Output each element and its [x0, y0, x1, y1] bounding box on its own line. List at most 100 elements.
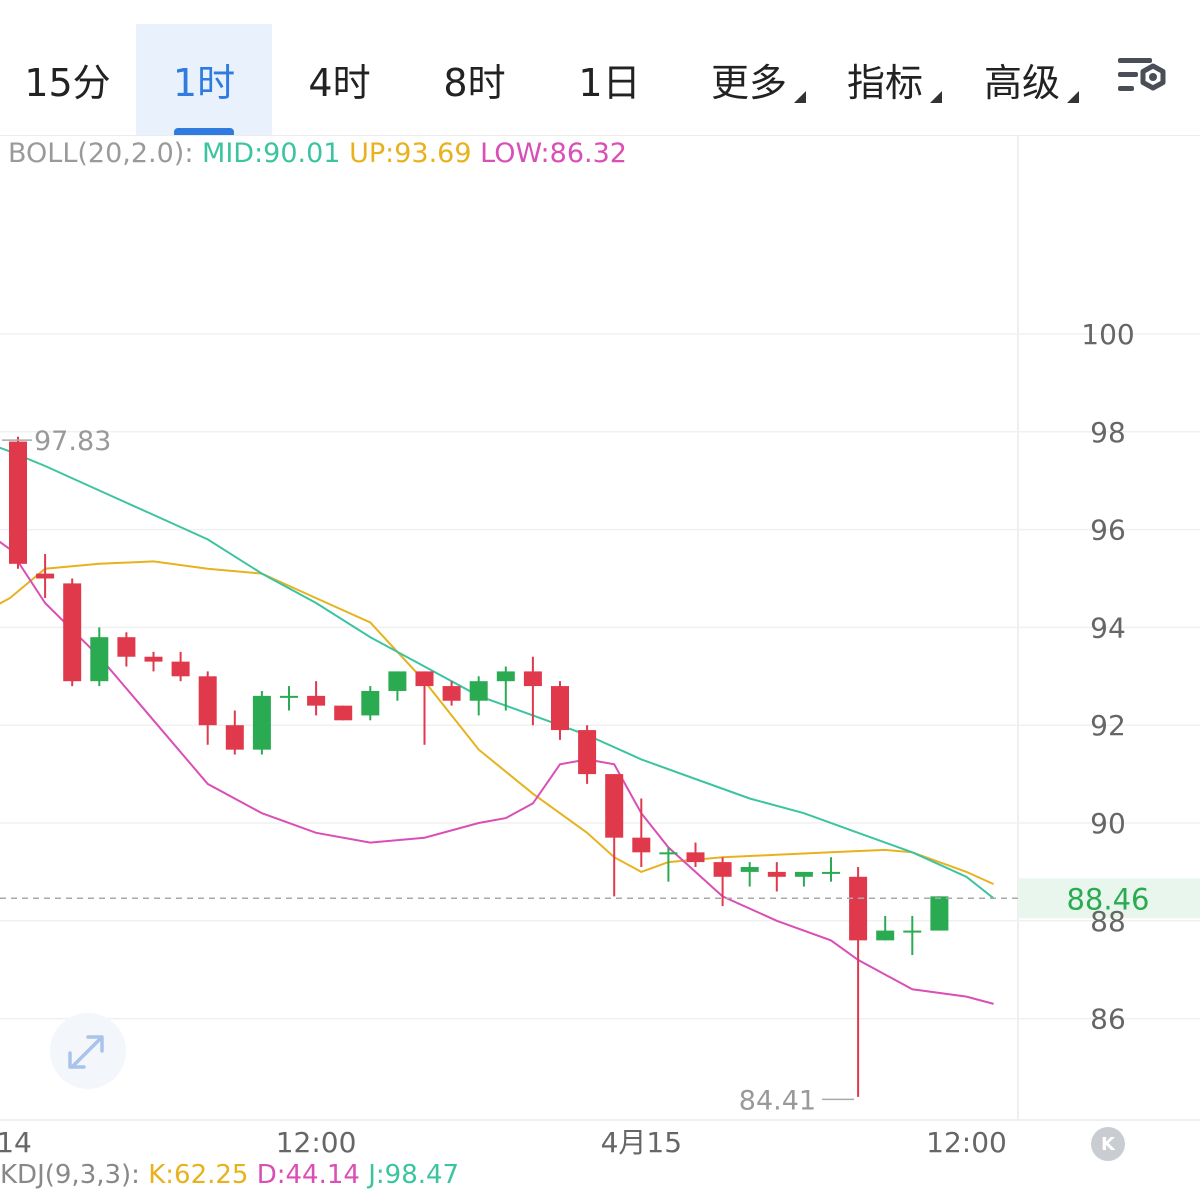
- candle: [659, 847, 678, 882]
- candle-body: [252, 695, 271, 750]
- candle-body: [225, 725, 244, 750]
- tab-8h[interactable]: 8时: [407, 24, 542, 135]
- candle-body: [334, 705, 353, 721]
- kdj-k-value: K:62.25: [148, 1160, 249, 1190]
- candle-body: [686, 852, 705, 863]
- candle-body: [578, 730, 597, 775]
- candle: [903, 915, 922, 956]
- tab-1h[interactable]: 1时: [136, 24, 272, 135]
- candlestick-chart[interactable]: 88.46 97.83 84.41 100 98 96 94 92 90 88 86 14 12:00…: [0, 0, 1200, 1175]
- candle-body: [307, 695, 326, 706]
- tab-label: 15分: [24, 61, 111, 105]
- x-tick-label: 14: [0, 1126, 32, 1159]
- dropdown-triangle-icon: [930, 91, 942, 103]
- tab-label: 1日: [578, 61, 641, 105]
- tab-label: 1时: [172, 61, 236, 105]
- timeframe-tab-bar: 15分 1时 4时 8时 1日 更多 指标 高级: [0, 0, 1200, 136]
- candle-body: [63, 583, 82, 682]
- y-tick-label: 88: [1090, 905, 1126, 938]
- candle-body: [361, 690, 380, 716]
- candle-body: [794, 871, 813, 877]
- candle-body: [442, 686, 461, 701]
- candle-body: [496, 671, 515, 682]
- tab-label: 更多: [710, 61, 787, 105]
- x-tick-label: 12:00: [926, 1126, 1007, 1159]
- candle: [469, 676, 488, 716]
- x-tick-label: 12:00: [276, 1126, 357, 1159]
- candle-body: [198, 676, 217, 726]
- candle-body: [90, 637, 109, 682]
- candle: [171, 651, 190, 682]
- candle-body: [415, 671, 434, 687]
- candle: [36, 554, 55, 599]
- candle-body: [144, 656, 163, 662]
- candle-body: [740, 867, 759, 872]
- candle-body: [903, 930, 922, 933]
- candle-body: [632, 837, 651, 853]
- y-tick-label: 98: [1090, 416, 1126, 449]
- candle: [9, 436, 27, 569]
- candle-body: [9, 441, 27, 564]
- candle: [225, 710, 244, 755]
- tab-label: 8时: [443, 61, 506, 105]
- y-tick-label: 86: [1090, 1003, 1126, 1036]
- candle-body: [605, 774, 624, 838]
- candle-body: [849, 876, 868, 941]
- candle-body: [280, 695, 298, 698]
- candle: [496, 666, 515, 711]
- chart-settings-icon[interactable]: [1112, 54, 1172, 104]
- tab-15min[interactable]: 15分: [0, 24, 135, 135]
- boll-lower-line: [0, 540, 994, 1005]
- candle: [578, 725, 597, 784]
- candle: [90, 627, 109, 687]
- dropdown-triangle-icon: [1067, 91, 1079, 103]
- current-price-badge-bg: [1018, 878, 1200, 919]
- boll-legend: BOLL(20,2.0): MID:90.01 UP:93.69 LOW:86.…: [8, 138, 627, 169]
- boll-up-value: UP:93.69: [349, 138, 472, 169]
- kdj-label: KDJ(9,3,3):: [0, 1160, 140, 1190]
- boll-low-value: LOW:86.32: [480, 138, 627, 169]
- candle-body: [469, 681, 488, 701]
- tab-4h[interactable]: 4时: [272, 24, 407, 135]
- y-tick-label: 96: [1090, 514, 1126, 547]
- tab-indicators[interactable]: 指标: [830, 24, 942, 135]
- kline-toggle-button[interactable]: K: [1091, 1127, 1125, 1161]
- candle: [767, 862, 786, 892]
- current-price-badge: [1018, 878, 1200, 919]
- candle: [63, 578, 82, 687]
- candle: [415, 671, 434, 745]
- kline-icon: K: [1101, 1133, 1115, 1155]
- candle: [876, 915, 895, 941]
- fullscreen-button[interactable]: [50, 1013, 126, 1089]
- tab-label: 4时: [308, 61, 371, 105]
- candle: [117, 632, 136, 667]
- candle: [198, 671, 217, 745]
- current-price-label: 88.46: [1066, 882, 1149, 916]
- kdj-d-value: D:44.14: [256, 1160, 360, 1190]
- candle: [388, 671, 407, 701]
- candle: [442, 681, 461, 706]
- candle-body: [117, 637, 136, 657]
- y-tick-label: 100: [1081, 318, 1134, 351]
- tab-advanced[interactable]: 高级: [967, 24, 1079, 135]
- boll-upper-line: [0, 560, 995, 886]
- candle-body: [171, 661, 190, 677]
- tab-more[interactable]: 更多: [694, 24, 806, 135]
- y-tick-label: 90: [1090, 807, 1126, 840]
- active-tab-indicator: [174, 128, 234, 135]
- candle-body: [36, 573, 55, 579]
- kdj-legend: KDJ(9,3,3): K:62.25 D:44.14 J:98.47: [0, 1160, 459, 1190]
- expand-icon: [68, 1035, 104, 1069]
- candle: [686, 842, 705, 868]
- candle: [334, 705, 353, 721]
- candle-body: [822, 871, 840, 874]
- y-tick-label: 94: [1090, 611, 1126, 644]
- candle-body: [388, 671, 407, 691]
- candle: [144, 651, 163, 672]
- high-marker-label: 97.83: [34, 426, 111, 457]
- dropdown-triangle-icon: [794, 91, 806, 103]
- tab-label: 高级: [983, 61, 1060, 105]
- candle-body: [930, 896, 949, 931]
- tab-1d[interactable]: 1日: [542, 24, 677, 135]
- tab-label: 指标: [846, 61, 923, 105]
